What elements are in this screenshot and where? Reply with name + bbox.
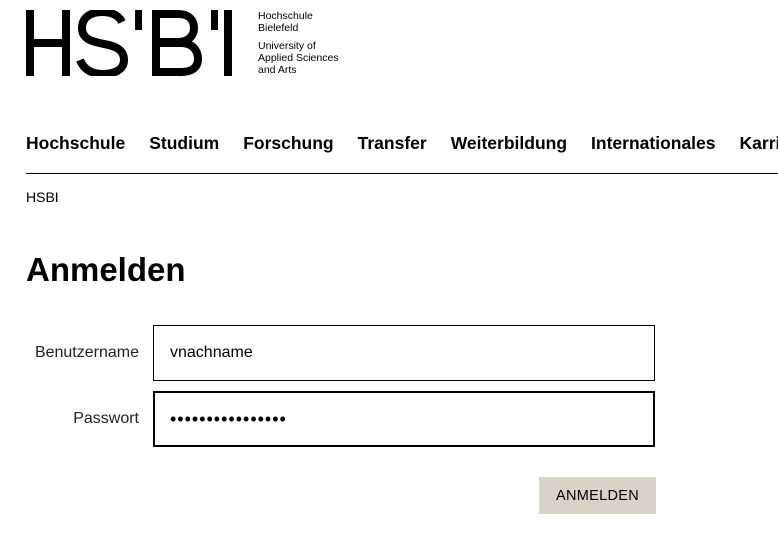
logo-line-1: Hochschule xyxy=(258,10,313,22)
logo-line-3: University of xyxy=(258,40,316,52)
logo-line-5: and Arts xyxy=(258,64,297,76)
password-input[interactable] xyxy=(153,391,655,447)
username-row: Benutzername xyxy=(0,325,655,381)
nav-item-hochschule[interactable]: Hochschule xyxy=(26,131,125,155)
breadcrumb: HSBI xyxy=(26,188,59,206)
username-input[interactable] xyxy=(153,325,655,381)
logo-line-2: Bielefeld xyxy=(258,22,299,34)
username-label: Benutzername xyxy=(34,344,139,361)
breadcrumb-item-hsbi[interactable]: HSBI xyxy=(26,189,59,205)
hsbi-wordmark-logo xyxy=(26,10,232,76)
login-submit-button[interactable]: ANMELDEN xyxy=(539,477,656,514)
main-navigation: Hochschule Studium Forschung Transfer We… xyxy=(26,131,778,155)
login-page: Hochschule Bielefeld University of Appli… xyxy=(0,0,778,556)
hsbi-logo[interactable]: Hochschule Bielefeld University of Appli… xyxy=(26,10,339,76)
nav-divider xyxy=(26,173,778,174)
password-row: Passwort xyxy=(0,391,655,447)
page-title: Anmelden xyxy=(26,251,186,288)
nav-item-transfer[interactable]: Transfer xyxy=(358,131,427,155)
nav-item-weiterbildung[interactable]: Weiterbildung xyxy=(451,131,567,155)
logo-tagline: Hochschule Bielefeld University of Appli… xyxy=(258,10,339,76)
logo-line-4: Applied Sciences xyxy=(258,52,339,64)
nav-item-forschung[interactable]: Forschung xyxy=(243,131,333,155)
nav-item-karriere[interactable]: Karriere xyxy=(740,131,778,155)
nav-item-studium[interactable]: Studium xyxy=(149,131,219,155)
nav-item-internationales[interactable]: Internationales xyxy=(591,131,715,155)
password-label: Passwort xyxy=(73,410,139,427)
